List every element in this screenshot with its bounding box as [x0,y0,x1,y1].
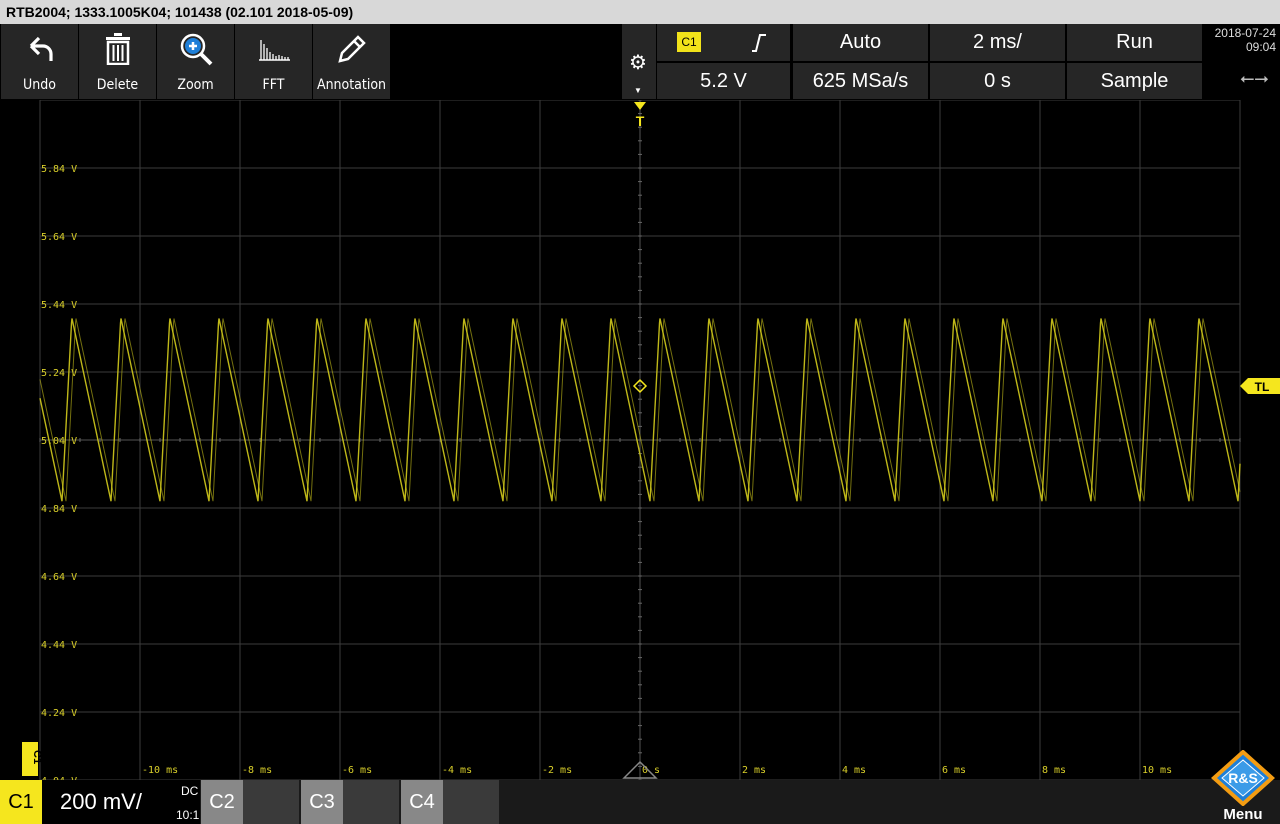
x-tick-label: 6 ms [942,765,966,776]
fft-spectrum-icon [235,32,312,66]
annotation-label: Annotation [316,77,387,93]
y-tick-label: 4.44 V [41,640,77,651]
x-tick-label: 8 ms [1042,765,1066,776]
undo-button[interactable]: Undo [1,24,78,99]
trigger-position-arrow [634,102,646,110]
fft-label: FFT [262,77,285,93]
trigger-level-marker: TL [1255,380,1270,394]
trigger-source-badge: C1 [677,32,701,52]
y-tick-label: 4.84 V [41,504,77,515]
y-tick-label: 4.64 V [41,572,77,583]
channel-bar: C1 200 mV/ DC 10:1 C2 C3 C4 [0,780,1280,824]
rs-logo-icon: R&S [1211,749,1275,807]
sample-rate-cell[interactable]: 625 MSa/s [793,63,928,99]
zoom-button[interactable]: Zoom [157,24,234,99]
trigger-mode-cell[interactable]: Auto [793,24,928,61]
dropdown-arrow-icon: ▼ [634,86,642,95]
waveform-display[interactable]: 5.84 V 5.64 V 5.44 V 5.24 V 5.04 V 4.84 V 4.64… [0,100,1280,780]
y-tick-label: 4.24 V [41,708,77,719]
trigger-level-cell[interactable]: 5.2 V [657,63,790,99]
x-tick-label: -6 ms [342,765,372,776]
window-title: RTB2004; 1333.1005K04; 101438 (02.101 20… [0,0,1280,24]
channel-c3-tab: C3 [301,780,343,824]
channel-c1-scale: 200 mV/ [60,789,142,814]
menu-button[interactable]: R&S Menu [1210,749,1276,824]
x-tick-label: -8 ms [242,765,272,776]
channel-c1-panel[interactable]: C1 200 mV/ DC 10:1 [0,780,200,824]
x-tick-label: 2 ms [742,765,766,776]
trash-icon [79,32,156,66]
trigger-source-cell[interactable]: C1 [657,24,790,61]
x-tick-label: -4 ms [442,765,472,776]
gear-icon: ⚙ [629,52,647,74]
date-text: 2018-07-24 [1214,26,1276,40]
y-tick-label: 5.04 V [41,436,77,447]
channel-c4-tab: C4 [401,780,443,824]
y-tick-label: 5.44 V [41,300,77,311]
undo-icon [1,32,78,66]
y-tick-label: 5.24 V [41,368,77,379]
menu-label: Menu [1223,806,1263,823]
channel-c2-tab: C2 [201,780,243,824]
y-tick-label: 5.84 V [41,164,77,175]
horizontal-offset-cell[interactable]: 0 s [930,63,1065,99]
zoom-icon [157,32,234,66]
timebase-cell[interactable]: 2 ms/ [930,24,1065,61]
settings-button[interactable]: ⚙ ▼ [622,24,656,99]
channel-c2-panel[interactable]: C2 [201,780,299,824]
x-tick-label: 10 ms [1142,765,1172,776]
run-stop-cell[interactable]: Run [1067,24,1202,61]
undo-label: Undo [23,77,56,93]
channel-c4-panel[interactable]: C4 [401,780,499,824]
x-tick-label: -2 ms [542,765,572,776]
channel-offset-marker: C1 [31,750,43,764]
delete-button[interactable]: Delete [79,24,156,99]
channel-c1-coupling: DC [181,784,199,798]
annotation-button[interactable]: Annotation [313,24,390,99]
channel-c1-probe: 10:1 [176,808,200,822]
channel-c1-tab: C1 [0,780,42,824]
zoom-label: Zoom [177,77,214,93]
rs-logo-text: R&S [1228,770,1258,786]
acquisition-mode-cell[interactable]: Sample [1067,63,1202,99]
time-text: 09:04 [1245,40,1276,54]
usb-icon: ⭠⭢ [1240,68,1269,88]
pencil-icon [313,32,390,66]
delete-label: Delete [96,77,139,93]
fft-button[interactable]: FFT [235,24,312,99]
x-tick-label: 4 ms [842,765,866,776]
y-tick-label: 5.64 V [41,232,77,243]
x-tick-label: -10 ms [142,765,178,776]
channel-c3-panel[interactable]: C3 [301,780,399,824]
trigger-position-marker: T [636,113,645,129]
toolbar: Undo Delete Zoom FFT Annotation ⚙ ▼ C1 A… [0,24,1280,100]
